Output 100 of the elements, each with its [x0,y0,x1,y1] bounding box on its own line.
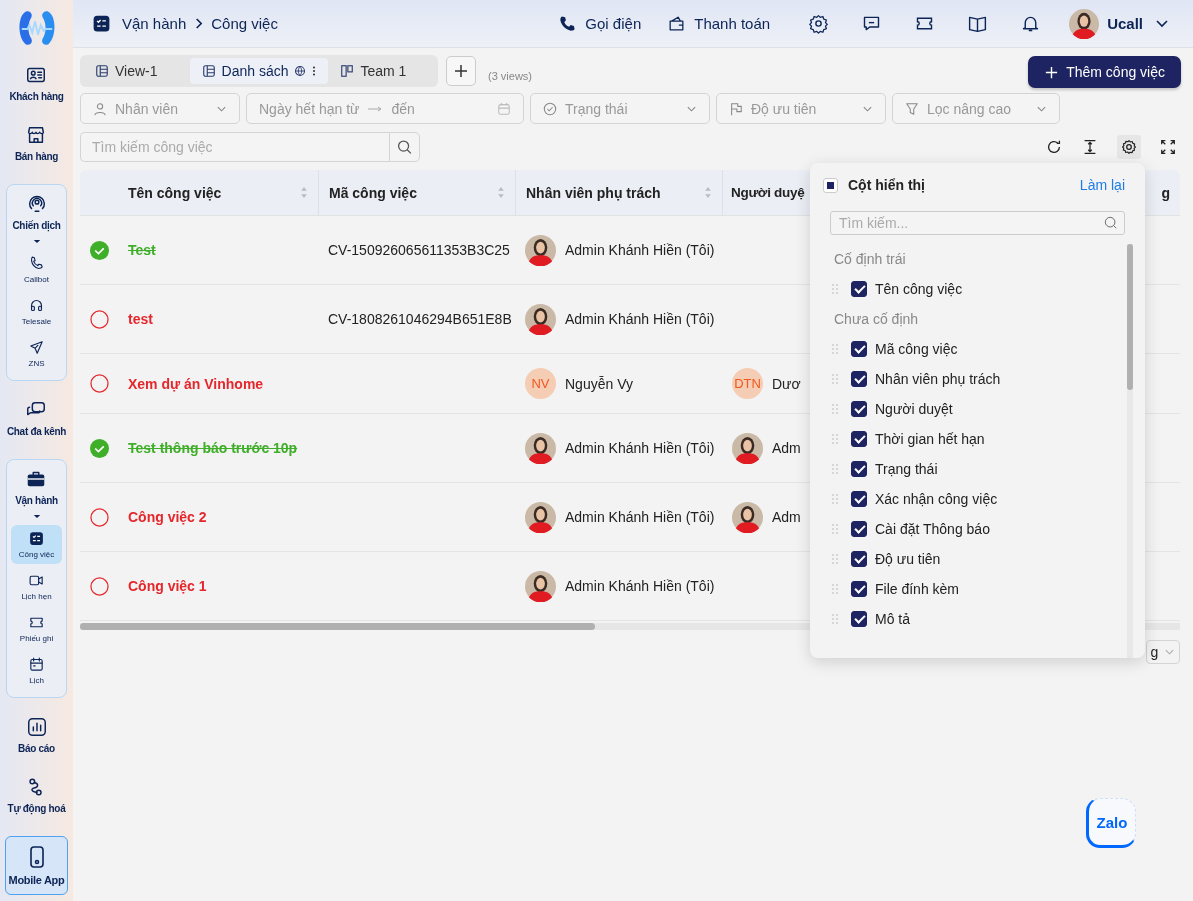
nav-subitem[interactable]: Công việc [11,524,62,564]
arrow-right-icon [367,104,384,113]
flag-icon [729,101,743,116]
add-task-button[interactable]: Thêm công việc [1028,56,1181,88]
column-option[interactable]: Người duyệt [875,401,953,417]
drag-handle-icon[interactable] [831,613,839,625]
checkbox[interactable] [851,401,867,417]
column-option[interactable]: Thời gian hết hạn [875,431,985,447]
checkbox[interactable] [851,551,867,567]
payment-button[interactable]: Thanh toán [667,14,771,33]
user-name[interactable]: Ucall [1107,15,1143,32]
nav-item[interactable]: Báo cáo [18,715,55,754]
drag-handle-icon[interactable] [831,583,839,595]
table-icon[interactable] [201,64,216,78]
column-option[interactable]: Tên công việc [875,281,963,297]
nav-subitem[interactable]: Lịch hẹn [11,566,62,606]
completed-icon[interactable] [89,240,109,260]
reset-link[interactable]: Làm lại [1079,177,1125,193]
column-header[interactable]: Người duyệ [731,185,806,200]
view-tab[interactable]: Team 1 [328,58,435,84]
fullscreen-icon[interactable] [1159,138,1177,156]
drag-handle-icon[interactable] [831,373,839,385]
nav-subitem[interactable]: Callbot [11,249,62,289]
column-option[interactable]: Xác nhận công việc [875,491,998,507]
page-size-select[interactable]: g [1146,640,1180,664]
column-header[interactable]: g [1161,184,1170,201]
column-option[interactable]: Mô tả [875,611,910,627]
column-header[interactable]: Tên công việc [128,184,300,201]
board-icon[interactable] [340,64,355,78]
settings-icon[interactable] [808,13,830,34]
task-name[interactable]: test [128,311,153,327]
drag-handle-icon[interactable] [831,523,839,535]
column-header[interactable]: Nhân viên phụ trách [526,184,704,201]
incomplete-icon[interactable] [89,309,109,329]
task-name[interactable]: Công việc 2 [128,509,207,525]
nav-item[interactable]: Chiến dịch [12,192,61,231]
checkbox[interactable] [851,341,867,357]
drag-handle-icon[interactable] [831,463,839,475]
completed-icon[interactable] [89,438,109,458]
drag-handle-icon[interactable] [831,553,839,565]
add-view-button[interactable] [446,56,476,86]
plus-icon[interactable] [1044,64,1060,80]
view-tab[interactable]: Danh sách [189,58,329,84]
nav-item[interactable]: Vận hành [15,467,58,506]
incomplete-icon[interactable] [89,507,109,527]
drag-handle-icon[interactable] [831,433,839,445]
column-option[interactable]: Cài đặt Thông báo [875,521,990,537]
chevron-down-icon[interactable] [1155,18,1169,29]
nav-subitem[interactable]: Phiếu ghi [11,608,62,648]
more-icon[interactable] [312,65,317,77]
table-icon[interactable] [95,64,109,78]
checkbox[interactable] [851,281,867,297]
nav-item[interactable]: Tự động hoá [7,775,66,814]
placeholder: Lọc nâng cao [927,100,1012,117]
search-field[interactable]: Tìm kiếm công việc [80,132,389,162]
task-name[interactable]: Xem dự án Vinhome [128,375,264,392]
column-option[interactable]: Trạng thái [875,461,938,477]
caret-icon[interactable] [32,513,41,519]
incomplete-icon[interactable] [89,576,109,596]
incomplete-icon[interactable] [89,374,109,393]
search-icon[interactable] [1104,216,1118,230]
scrollbar-thumb[interactable] [80,623,595,630]
call-button[interactable]: Gọi điện [558,14,642,33]
drag-handle-icon[interactable] [831,493,839,505]
select-all-checkbox[interactable] [823,177,838,193]
column-search-field[interactable]: Tìm kiếm... [830,211,1125,235]
avatar[interactable] [1069,8,1100,39]
mobile-app-button[interactable]: Mobile App [5,835,68,895]
drag-handle-icon[interactable] [831,343,839,355]
nav-subitem[interactable]: Lịch [11,650,62,690]
refresh-icon[interactable] [1045,138,1063,156]
column-option[interactable]: Độ ưu tiên [875,551,941,567]
checkbox[interactable] [851,371,867,387]
nav-subitem[interactable]: Telesale [11,291,62,331]
column-option[interactable]: Nhân viên phụ trách [875,371,1001,387]
checkbox[interactable] [851,581,867,597]
breadcrumb-item[interactable]: Vận hành [122,15,187,32]
caret-icon[interactable] [32,238,41,244]
checkbox[interactable] [851,611,867,627]
checkbox[interactable] [851,491,867,507]
column-header[interactable]: Mã công việc [329,184,497,201]
drag-handle-icon[interactable] [831,403,839,415]
drag-handle-icon[interactable] [831,283,839,295]
checkbox[interactable] [851,461,867,477]
nav-item[interactable]: Chat đa kênh [6,398,67,437]
nav-item[interactable]: Khách hàng [9,63,64,102]
avatar [525,303,556,335]
column-option[interactable]: File đính kèm [875,581,960,597]
checkbox[interactable] [851,431,867,447]
zalo-button[interactable]: Zalo [1086,798,1136,848]
checkbox[interactable] [851,521,867,537]
settings-icon[interactable] [1117,135,1141,159]
nav-item[interactable]: Bán hàng [14,123,59,162]
task-name[interactable]: Công việc 1 [128,578,207,594]
view-tab[interactable]: View-1 [83,58,190,84]
nav-subitem[interactable]: ZNS [11,333,62,373]
scrollbar-thumb[interactable] [1127,244,1133,390]
column-option[interactable]: Mã công việc [875,341,958,357]
globe-icon[interactable] [294,65,307,77]
search-icon[interactable] [389,132,420,162]
